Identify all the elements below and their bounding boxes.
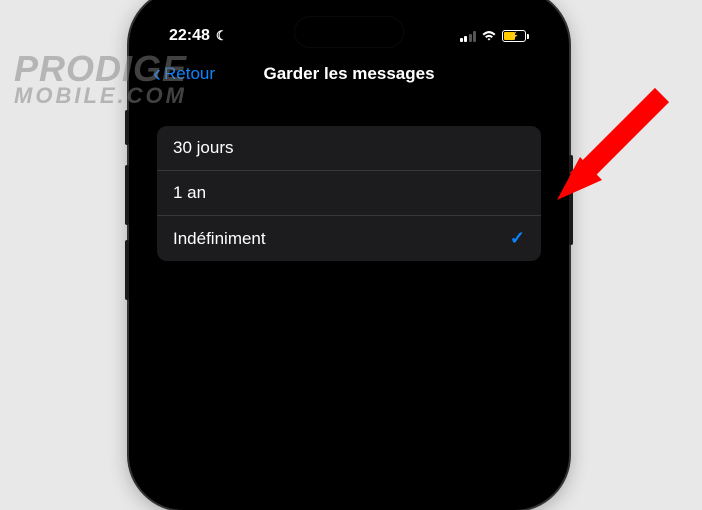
option-label: Indéfiniment: [173, 229, 266, 249]
chevron-left-icon: ‹: [153, 62, 161, 86]
back-button[interactable]: ‹ Retour: [153, 62, 215, 86]
cellular-signal-icon: [460, 31, 477, 42]
option-label: 30 jours: [173, 138, 233, 158]
phone-screen: 22:48 ☾ ⚡: [141, 2, 557, 498]
phone-frame: 22:48 ☾ ⚡: [129, 0, 569, 510]
wifi-icon: [481, 30, 497, 42]
content-area: 30 jours 1 an Indéfiniment ✓: [141, 96, 557, 261]
dynamic-island: [294, 16, 404, 48]
navigation-bar: ‹ Retour Garder les messages: [141, 52, 557, 96]
phone-volume-down: [125, 240, 129, 300]
battery-icon: ⚡: [502, 30, 529, 42]
page-title: Garder les messages: [263, 64, 434, 84]
phone-side-button: [125, 110, 129, 145]
back-label: Retour: [164, 64, 215, 84]
checkmark-icon: ✓: [510, 228, 525, 249]
option-label: 1 an: [173, 183, 206, 203]
option-30-days[interactable]: 30 jours: [157, 126, 541, 171]
status-time: 22:48: [169, 27, 210, 45]
option-forever[interactable]: Indéfiniment ✓: [157, 216, 541, 261]
phone-power-button: [569, 155, 573, 245]
do-not-disturb-icon: ☾: [216, 28, 228, 44]
option-1-year[interactable]: 1 an: [157, 171, 541, 216]
charging-icon: ⚡: [509, 32, 519, 41]
options-list: 30 jours 1 an Indéfiniment ✓: [157, 126, 541, 261]
phone-volume-up: [125, 165, 129, 225]
